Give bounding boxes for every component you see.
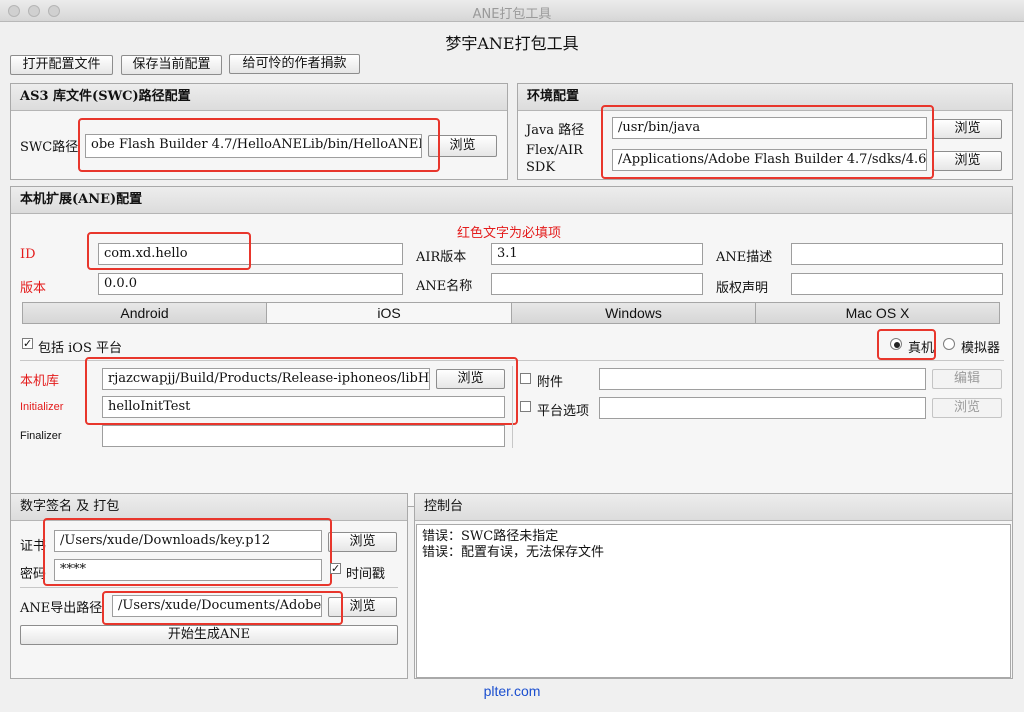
include-ios-label: 包括 iOS 平台 xyxy=(38,341,122,356)
java-path-label: Java 路径 xyxy=(526,123,585,138)
native-library-highlight-box xyxy=(85,357,518,425)
swc-path-label: SWC路径 xyxy=(20,140,79,155)
tab-windows[interactable]: Windows xyxy=(511,302,756,324)
device-highlight-box xyxy=(877,329,936,360)
tab-android[interactable]: Android xyxy=(22,302,267,324)
version-label: 版本 xyxy=(20,281,47,296)
timestamp-checkbox[interactable]: ✓ xyxy=(330,563,341,574)
attachment-label: 附件 xyxy=(537,375,564,390)
copyright-label: 版权声明 xyxy=(716,281,769,296)
environment-highlight-box xyxy=(601,105,934,179)
platform-options-input[interactable] xyxy=(599,397,926,419)
ane-description-label: ANE描述 xyxy=(716,250,773,265)
platform-options-checkbox[interactable] xyxy=(520,401,531,412)
platform-options-browse-button[interactable]: 浏览 xyxy=(932,398,1002,418)
sign-divider xyxy=(20,587,398,588)
timestamp-label: 时间戳 xyxy=(346,567,386,582)
initializer-label: Initializer xyxy=(20,401,64,413)
attachment-edit-button[interactable]: 编辑 xyxy=(932,369,1002,389)
donate-button[interactable]: 给可怜的作者捐款 xyxy=(229,54,360,74)
ane-panel-title: 本机扩展(ANE)配置 xyxy=(11,187,1012,214)
attachment-input[interactable] xyxy=(599,368,926,390)
ane-name-input[interactable] xyxy=(491,273,703,295)
console-line: 错误：配置有误，无法保存文件 xyxy=(422,545,605,560)
id-label: ID xyxy=(20,247,36,262)
finalizer-input[interactable] xyxy=(102,425,505,447)
air-version-input[interactable]: 3.1 xyxy=(491,243,703,265)
finalizer-label: Finalizer xyxy=(20,430,62,442)
output-path-label: ANE导出路径 xyxy=(20,601,103,616)
id-highlight-box xyxy=(87,232,251,270)
app-content: 梦宇ANE打包工具 打开配置文件 保存当前配置 给可怜的作者捐款 AS3 库文件… xyxy=(0,22,1024,712)
sign-panel-title: 数字签名 及 打包 xyxy=(11,494,407,521)
build-ane-button[interactable]: 开始生成ANE xyxy=(20,625,398,645)
air-version-label: AIR版本 xyxy=(416,250,467,265)
java-browse-button[interactable]: 浏览 xyxy=(933,119,1002,139)
column-divider xyxy=(512,366,513,448)
version-input[interactable]: 0.0.0 xyxy=(98,273,403,295)
platform-options-label: 平台选项 xyxy=(537,404,590,419)
attachment-checkbox[interactable] xyxy=(520,373,531,384)
simulator-label: 模拟器 xyxy=(961,341,1001,356)
tab-ios[interactable]: iOS xyxy=(266,302,512,324)
sdk-label-line2: SDK xyxy=(526,160,556,175)
window-title: ANE打包工具 xyxy=(472,7,552,22)
ane-description-input[interactable] xyxy=(791,243,1003,265)
sdk-label-line1: Flex/AIR xyxy=(526,143,583,158)
simulator-radio[interactable] xyxy=(943,338,955,350)
ane-name-label: ANE名称 xyxy=(416,279,473,294)
tab-mac-os-x[interactable]: Mac OS X xyxy=(755,302,1000,324)
output-path-highlight-box xyxy=(102,591,343,625)
sdk-browse-button[interactable]: 浏览 xyxy=(933,151,1002,171)
swc-highlight-box xyxy=(78,118,440,172)
required-note: 红色文字为必填项 xyxy=(457,226,562,241)
certificate-browse-button[interactable]: 浏览 xyxy=(328,532,397,552)
certificate-highlight-box xyxy=(43,518,332,586)
footer-link[interactable]: plter.com xyxy=(0,683,1024,699)
native-library-label: 本机库 xyxy=(20,374,60,389)
open-config-button[interactable]: 打开配置文件 xyxy=(10,55,113,75)
window-title-bar: ANE打包工具 xyxy=(0,0,1024,22)
console-output[interactable]: 错误：SWC路径未指定 错误：配置有误，无法保存文件 xyxy=(416,524,1011,678)
swc-panel-title: AS3 库文件(SWC)路径配置 xyxy=(11,84,507,111)
copyright-input[interactable] xyxy=(791,273,1003,295)
include-ios-checkbox[interactable]: ✓ xyxy=(22,338,33,349)
page-title: 梦宇ANE打包工具 xyxy=(445,34,579,53)
console-panel-title: 控制台 xyxy=(415,494,1012,521)
console-line: 错误：SWC路径未指定 xyxy=(422,529,559,544)
save-config-button[interactable]: 保存当前配置 xyxy=(121,55,222,75)
